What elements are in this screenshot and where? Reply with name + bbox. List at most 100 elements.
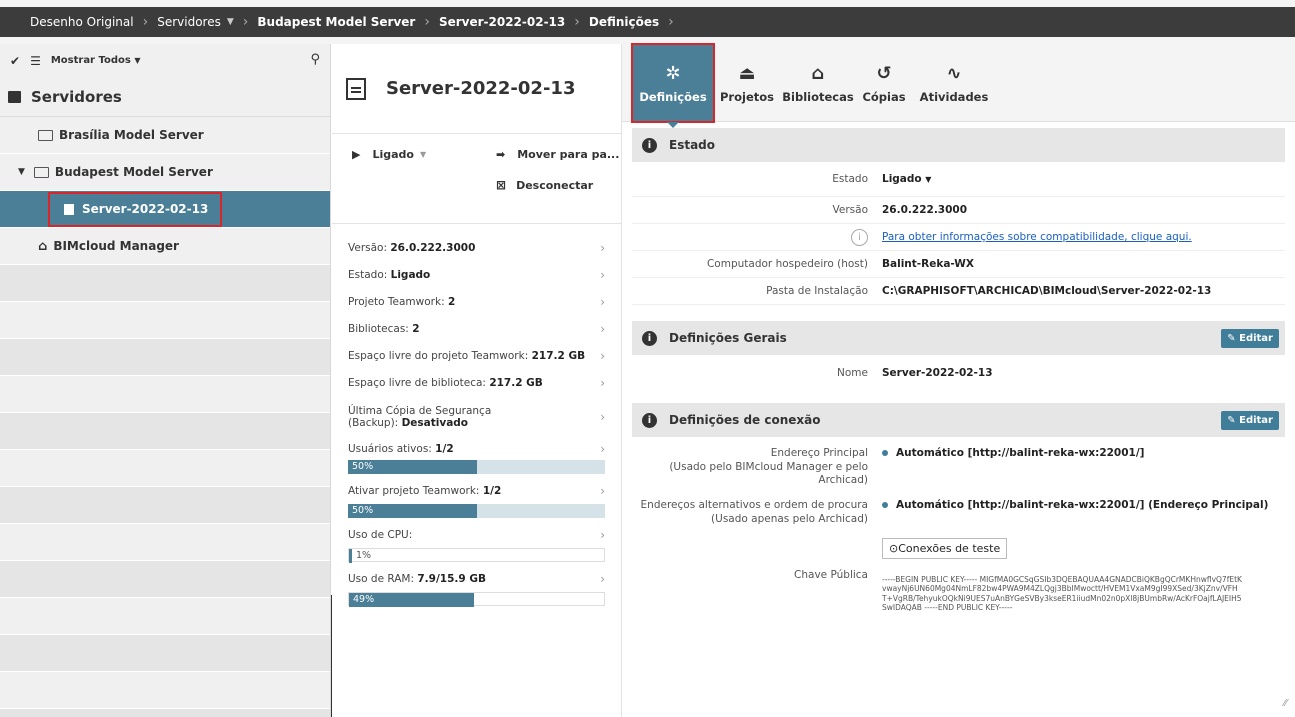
info-row-libraries[interactable]: Bibliotecas: 2 › [348,315,605,342]
tab-bar: ✲ Definições ⏏ Projetos ⌂ Bibliotecas ↺ … [622,43,1295,128]
list-icon[interactable]: ☰ [30,54,41,68]
info-row-state[interactable]: Estado: Ligado › [348,261,605,288]
chevron-right-icon: › [600,267,605,282]
info-row-projects[interactable]: Projeto Teamwork: 2 › [348,288,605,315]
field-label: Estado [832,173,868,185]
info-row-active-projects[interactable]: Ativar projeto Teamwork: 1/2 › [348,478,605,504]
tab-copias[interactable]: ↺ Cópias [860,44,908,122]
activity-icon: ∿ [946,62,962,84]
sidebar: ✔ ☰ Mostrar Todos ▼ ⚲ Servidores Brasíli… [0,44,331,717]
tab-projetos[interactable]: ⏏ Projetos [716,44,778,122]
breadcrumb-item-servers[interactable]: Servidores ▼ [157,15,234,29]
sidebar-item-budapest[interactable]: ▼ Budapest Model Server [0,154,330,191]
resize-grip-icon[interactable]: ⁄⁄ [1284,698,1287,709]
breadcrumb-item-server[interactable]: Server-2022-02-13 [439,15,565,29]
chevron-right-icon: › [600,410,605,424]
info-value: 2 [412,322,420,335]
label-sub: (Usado apenas pelo Archicad) [711,512,868,525]
server-icon [64,203,74,215]
test-connections-button[interactable]: ⊙Conexões de teste [882,537,1008,559]
row-test: ⊙Conexões de teste [632,531,1285,565]
server-list-icon [8,90,21,103]
info-row-version[interactable]: Versão: 26.0.222.3000 › [348,234,605,261]
field-value: Para obter informações sobre compatibili… [882,231,1285,243]
info-value: 1/2 [435,443,454,455]
field-value: Server-2022-02-13 [882,367,993,379]
chevron-right-icon: › [600,294,605,309]
breadcrumb-item-original[interactable]: Desenho Original [30,15,134,29]
info-row-active-users[interactable]: Usuários ativos: 1/2 › [348,438,605,460]
edit-gerais-button[interactable]: ✎ Editar [1221,329,1279,348]
status-dropdown[interactable]: ▶ Ligado ▼ [352,148,426,161]
value-text: Automático [http://balint-reka-wx:22001/… [896,499,1269,511]
info-circle-icon: i [851,228,868,246]
button-label: Editar [1239,333,1273,344]
info-text: Última Cópia de Segurança (Backup): Desa… [348,405,518,429]
label-main: Endereços alternativos e ordem de procur… [640,499,868,511]
sidebar-item-server[interactable]: Server-2022-02-13 [0,191,330,228]
field-value: Automático [http://balint-reka-wx:22001/… [882,447,1285,459]
field-value: C:\GRAPHISOFT\ARCHICAD\BIMcloud\Server-2… [882,285,1212,297]
breadcrumb-item-budapest[interactable]: Budapest Model Server [257,15,415,29]
search-icon[interactable]: ⚲ [310,52,320,67]
tab-atividades[interactable]: ∿ Atividades [914,44,994,122]
tab-definicoes[interactable]: ✲ Definições [631,43,715,128]
sidebar-item-brasilia[interactable]: Brasília Model Server [0,117,330,154]
empty-row [0,561,330,598]
info-label: Uso de RAM: [348,573,415,585]
check-icon[interactable]: ✔ [10,54,20,68]
info-row-library-space[interactable]: Espaço livre de biblioteca: 217.2 GB › [348,369,605,396]
filter-label: Mostrar Todos [50,55,131,66]
section-title: Estado [669,138,716,152]
folder-icon [33,166,49,178]
empty-row [0,339,330,376]
server-info-list: Versão: 26.0.222.3000 › Estado: Ligado › P… [332,224,621,607]
info-row-project-space[interactable]: Espaço livre do projeto Teamwork: 217.2 … [348,342,605,369]
selected-server: Server-2022-02-13 [47,191,223,227]
disconnect-button[interactable]: ⊠ Desconectar [496,178,593,192]
chevron-right-icon: › [600,442,605,456]
filter-dropdown[interactable]: Mostrar Todos ▼ [51,55,141,66]
info-label: Projeto Teamwork: [348,295,445,308]
info-label: Versão: [348,241,388,254]
info-label: Ativar projeto Teamwork: [348,485,480,497]
arrow-right-icon: ➡ [496,148,506,161]
compatibility-link[interactable]: Para obter informações sobre compatibili… [882,231,1192,243]
row-alt: Endereços alternativos e ordem de procur… [632,493,1285,531]
expand-caret-icon[interactable]: ▼ [18,167,25,177]
row-path: Pasta de Instalação C:\GRAPHISOFT\ARCHIC… [632,278,1285,305]
estado-dropdown[interactable]: Ligado ▼ [882,173,1285,185]
field-value: ⊙Conexões de teste [882,537,1285,559]
info-row-ram[interactable]: Uso de RAM: 7.9/15.9 GB › [348,566,605,592]
chevron-right-icon: › [600,572,605,586]
chevron-right-icon: › [668,14,674,30]
empty-row [0,672,330,709]
section-title: Definições Gerais [669,331,787,345]
info-value: 26.0.222.3000 [390,241,476,254]
bullet-icon [882,502,888,508]
tab-label: Cópias [862,89,906,104]
info-value: 1/2 [482,485,502,497]
server-icon [346,77,366,100]
sidebar-item-label: Server-2022-02-13 [82,202,209,216]
info-value: 7.9/15.9 GB [417,573,486,585]
radio-icon: ⊙ [889,541,899,555]
move-button[interactable]: ➡ Mover para pa... [496,148,619,161]
field-label: Computador hospedeiro (host) [706,258,868,270]
chevron-right-icon: › [600,321,605,336]
public-key-text[interactable]: -----BEGIN PUBLIC KEY----- MIGfMA0GCSqGS… [882,569,1242,613]
empty-row [0,709,330,717]
sidebar-title-label: Servidores [31,87,122,106]
edit-conexao-button[interactable]: ✎ Editar [1221,411,1279,430]
backup-icon: ↺ [876,62,892,84]
info-row-cpu[interactable]: Uso de CPU: › [348,522,605,548]
field-value: Automático [http://balint-reka-wx:22001/… [882,499,1285,511]
info-text: Espaço livre do projeto Teamwork: 217.2 … [348,350,585,362]
field-label: Chave Pública [794,569,868,581]
info-row-backup[interactable]: Última Cópia de Segurança (Backup): Desa… [348,396,605,438]
info-icon: i [642,137,657,153]
breadcrumb-item-definicoes[interactable]: Definições [589,15,659,29]
chevron-right-icon: › [600,528,605,542]
sidebar-item-bimcloud-manager[interactable]: ⌂ BIMcloud Manager [0,228,330,265]
tab-bibliotecas[interactable]: ⌂ Bibliotecas [778,44,858,122]
